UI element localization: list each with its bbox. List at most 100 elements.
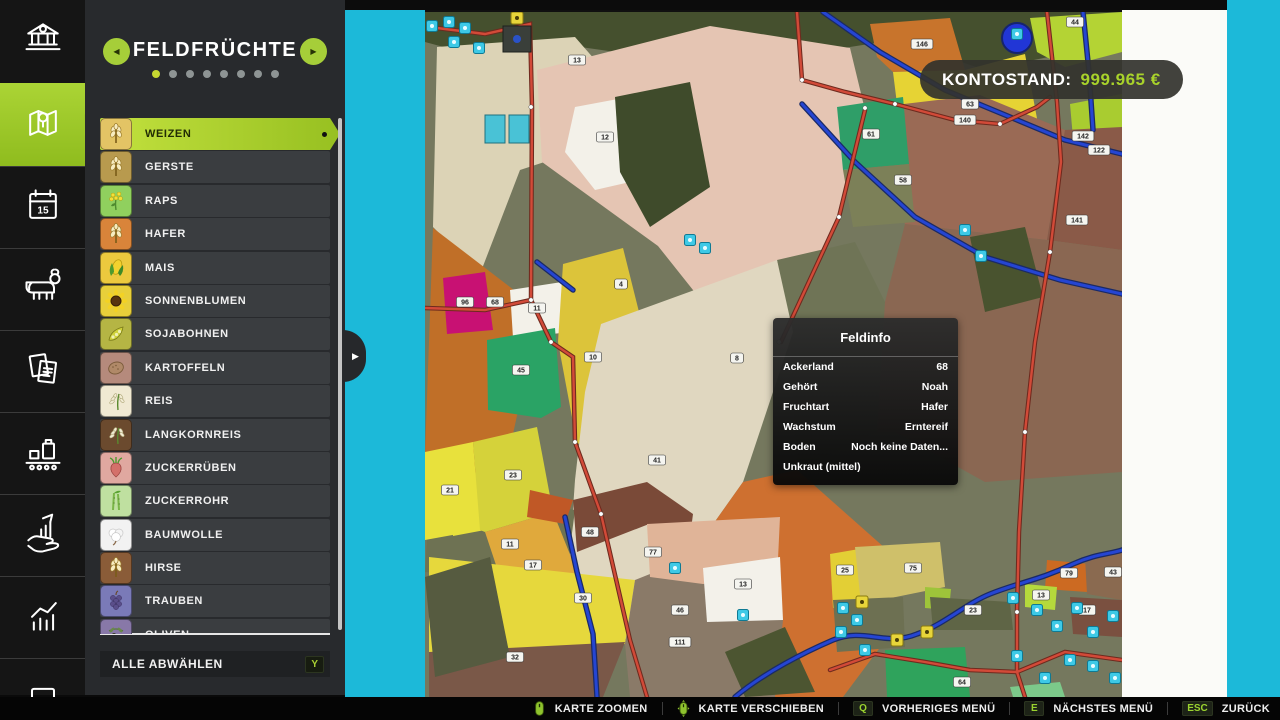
field-number-badge[interactable]: 13	[568, 55, 585, 65]
crop-list-scrollbar[interactable]	[338, 118, 342, 630]
field-number-badge[interactable]: 13	[734, 579, 751, 589]
field-number-badge[interactable]: 68	[486, 297, 503, 307]
field-number-badge[interactable]: 32	[506, 652, 523, 662]
field-number-badge[interactable]: 141	[1066, 215, 1088, 225]
field-number-badge[interactable]: 23	[504, 470, 521, 480]
field-number-badge[interactable]: 46	[671, 605, 688, 615]
collectible-marker-icon[interactable]	[685, 235, 696, 246]
collectible-marker-icon[interactable]	[700, 243, 711, 254]
collectible-marker-icon[interactable]	[670, 563, 681, 574]
field-number-badge[interactable]: 12	[596, 132, 613, 142]
field-number-badge[interactable]: 10	[584, 352, 601, 362]
field-number-badge[interactable]: 23	[964, 605, 981, 615]
crop-list-item-sojabohnen[interactable]: SOJABOHNEN	[100, 318, 330, 350]
field-number-badge[interactable]: 140	[954, 115, 976, 125]
collectible-marker-icon[interactable]	[1110, 673, 1121, 684]
field-number-badge[interactable]: 21	[441, 485, 458, 495]
collectible-marker-icon[interactable]	[444, 17, 455, 28]
field-number-badge[interactable]: 77	[644, 547, 661, 557]
crop-list-item-sonnenblumen[interactable]: SONNENBLUMEN	[100, 285, 330, 317]
crop-list-item-raps[interactable]: RAPS	[100, 185, 330, 217]
collectible-marker-icon[interactable]	[836, 627, 847, 638]
next-page-arrow-icon[interactable]: ▶	[300, 38, 327, 65]
crop-list-item-zuckerrüben[interactable]: ZUCKERRÜBEN	[100, 452, 330, 484]
poi-marker-icon[interactable]	[891, 634, 903, 646]
collectible-marker-icon[interactable]	[427, 21, 438, 32]
field-number-badge[interactable]: 45	[512, 365, 529, 375]
collectible-marker-icon[interactable]	[460, 23, 471, 34]
field-number-badge[interactable]: 122	[1088, 145, 1110, 155]
field-number-badge[interactable]: 4	[615, 279, 628, 289]
collectible-marker-icon[interactable]	[1072, 603, 1083, 614]
poi-marker-icon[interactable]	[856, 596, 868, 608]
crop-list-item-gerste[interactable]: GERSTE	[100, 151, 330, 183]
key-hint-karte-verschieben[interactable]: KARTE VERSCHIEBEN	[699, 703, 825, 715]
field-number-badge[interactable]: 75	[904, 563, 921, 573]
key-hint-n-chstes-men-[interactable]: NÄCHSTES MENÜ	[1053, 703, 1153, 715]
collectible-marker-icon[interactable]	[1065, 655, 1076, 666]
collectible-marker-icon[interactable]	[738, 610, 749, 621]
field-number-badge[interactable]: 44	[1066, 17, 1083, 27]
field-number-badge[interactable]: 58	[894, 175, 911, 185]
sidebar-item-calendar[interactable]: 15	[0, 166, 85, 248]
field-number-badge[interactable]: 43	[1104, 567, 1121, 577]
collectible-marker-icon[interactable]	[860, 645, 871, 656]
crop-list-item-weizen[interactable]: WEIZEN	[100, 118, 340, 150]
crop-list-item-baumwolle[interactable]: BAUMWOLLE	[100, 519, 330, 551]
sidebar-item-sales[interactable]	[0, 494, 85, 576]
field-number-badge[interactable]: 142	[1072, 131, 1094, 141]
collectible-marker-icon[interactable]	[1088, 661, 1099, 672]
collectible-marker-icon[interactable]	[449, 37, 460, 48]
key-hint-vorheriges-men-[interactable]: VORHERIGES MENÜ	[882, 703, 995, 715]
field-number-badge[interactable]: 63	[961, 99, 978, 109]
collectible-marker-icon[interactable]	[1008, 593, 1019, 604]
key-hint-karte-zoomen[interactable]: KARTE ZOOMEN	[555, 703, 648, 715]
collectible-marker-icon[interactable]	[852, 615, 863, 626]
crop-list-item-reis[interactable]: REIS	[100, 385, 330, 417]
sidebar-item-statistics[interactable]	[0, 576, 85, 658]
field-number-badge[interactable]: 30	[574, 593, 591, 603]
crop-list-item-trauben[interactable]: TRAUBEN	[100, 585, 330, 617]
field-number-badge[interactable]: 41	[648, 455, 665, 465]
sidebar-item-animals[interactable]	[0, 248, 85, 330]
collectible-marker-icon[interactable]	[1052, 621, 1063, 632]
crop-list-item-hafer[interactable]: HAFER	[100, 218, 330, 250]
deselect-all-button[interactable]: ALLE ABWÄHLEN Y	[100, 651, 330, 677]
collectible-marker-icon[interactable]	[1108, 611, 1119, 622]
collectible-marker-icon[interactable]	[960, 225, 971, 236]
key-hint-zur-ck[interactable]: ZURÜCK	[1222, 703, 1270, 715]
field-number-badge[interactable]: 61	[862, 129, 879, 139]
field-number-badge[interactable]: 11	[501, 539, 518, 549]
poi-marker-icon[interactable]	[511, 12, 523, 24]
field-number-badge[interactable]: 96	[456, 297, 473, 307]
crop-list-item-mais[interactable]: MAIS	[100, 252, 330, 284]
field-number-badge[interactable]: 79	[1060, 568, 1077, 578]
collectible-marker-icon[interactable]	[1032, 605, 1043, 616]
crop-list-item-langkornreis[interactable]: LANGKORNREIS	[100, 419, 330, 451]
field-number-badge[interactable]: 48	[581, 527, 598, 537]
field-number-badge[interactable]: 111	[669, 637, 691, 647]
collectible-marker-icon[interactable]	[1088, 627, 1099, 638]
sidebar-item-map[interactable]	[0, 83, 85, 166]
field-number-badge[interactable]: 146	[911, 39, 933, 49]
field-number-badge[interactable]: 25	[836, 565, 853, 575]
collectible-marker-icon[interactable]	[474, 43, 485, 54]
collectible-marker-icon[interactable]	[976, 251, 987, 262]
crop-list-item-hirse[interactable]: HIRSE	[100, 552, 330, 584]
field-number-badge[interactable]: 13	[1032, 590, 1049, 600]
poi-marker-icon[interactable]	[921, 626, 933, 638]
collectible-marker-icon[interactable]	[1012, 29, 1023, 40]
collectible-marker-icon[interactable]	[1040, 673, 1051, 684]
sidebar-item-finances[interactable]	[0, 0, 85, 83]
crop-list-item-zuckerrohr[interactable]: ZUCKERROHR	[100, 485, 330, 517]
sidebar-item-production[interactable]	[0, 412, 85, 494]
sidebar-item-contracts[interactable]	[0, 330, 85, 412]
field-number-badge[interactable]: 8	[731, 353, 744, 363]
crop-list-item-oliven[interactable]: OLIVEN	[100, 619, 330, 634]
collectible-marker-icon[interactable]	[1012, 651, 1023, 662]
field-number-badge[interactable]: 64	[953, 677, 970, 687]
collectible-marker-icon[interactable]	[838, 603, 849, 614]
field-number-badge[interactable]: 11	[528, 303, 545, 313]
field-number-badge[interactable]: 17	[524, 560, 541, 570]
crop-list-item-kartoffeln[interactable]: KARTOFFELN	[100, 352, 330, 384]
